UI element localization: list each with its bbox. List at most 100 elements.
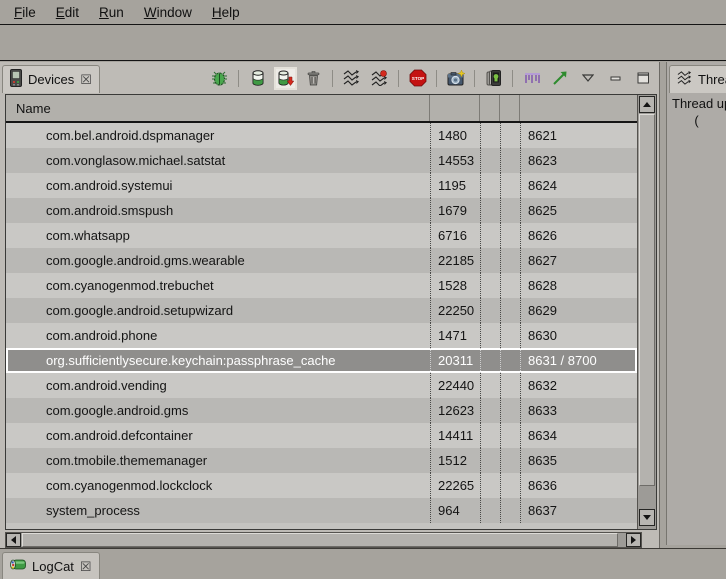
stop-process-icon[interactable]: STOP <box>408 69 427 88</box>
menu-edit[interactable]: Edit <box>46 2 89 23</box>
cell-pid: 22265 <box>430 473 480 498</box>
cell-thread-indicator <box>500 373 520 398</box>
vertical-scrollbar[interactable] <box>637 95 656 529</box>
horizontal-scrollbar-thumb[interactable] <box>22 533 618 547</box>
cell-heap-indicator <box>480 398 500 423</box>
table-row[interactable]: com.android.smspush 1679 8625 <box>6 198 637 223</box>
threads-message-line2: ( <box>667 111 726 128</box>
devices-tabbar: Devices ☒ <box>0 62 659 93</box>
cell-process-name: com.google.android.setupwizard <box>6 298 430 323</box>
cell-pid: 1679 <box>430 198 480 223</box>
cell-debug-port: 8628 <box>520 273 637 298</box>
method-profiling-icon[interactable] <box>370 69 389 88</box>
scroll-right-button[interactable] <box>626 533 641 547</box>
cell-process-name: com.google.android.gms.wearable <box>6 248 430 273</box>
cell-heap-indicator <box>480 348 500 373</box>
toolbar-separator <box>512 70 513 87</box>
menu-help[interactable]: Help <box>202 2 250 23</box>
threads-icon <box>677 71 692 88</box>
top-toolbar-strip <box>0 26 726 61</box>
threads-content: Thread up ( <box>667 93 726 545</box>
table-row[interactable]: com.android.phone 1471 8630 <box>6 323 637 348</box>
column-header-port[interactable] <box>520 95 637 121</box>
cell-process-name: org.sufficientlysecure.keychain:passphra… <box>6 348 430 373</box>
stop-label: STOP <box>411 76 423 81</box>
column-header-name[interactable]: Name <box>6 95 430 121</box>
trace-arrow-icon[interactable] <box>550 69 569 88</box>
phone-icon <box>10 69 22 90</box>
table-row[interactable]: com.android.vending 22440 8632 <box>6 373 637 398</box>
cell-debug-port: 8629 <box>520 298 637 323</box>
maximize-icon[interactable] <box>634 69 653 88</box>
view-menu-icon[interactable] <box>578 69 597 88</box>
table-row[interactable]: system_process 964 8637 <box>6 498 637 523</box>
toolbar-separator <box>474 70 475 87</box>
column-header-pid[interactable] <box>430 95 480 121</box>
cell-process-name: com.bel.android.dspmanager <box>6 123 430 148</box>
scroll-down-button[interactable] <box>639 509 655 526</box>
scroll-left-button[interactable] <box>6 533 21 547</box>
table-row[interactable]: com.google.android.setupwizard 22250 862… <box>6 298 637 323</box>
cell-thread-indicator <box>500 223 520 248</box>
cell-debug-port: 8625 <box>520 198 637 223</box>
cell-thread-indicator <box>500 498 520 523</box>
table-row[interactable]: com.vonglasow.michael.satstat 14553 8623 <box>6 148 637 173</box>
table-row[interactable]: com.android.defcontainer 14411 8634 <box>6 423 637 448</box>
table-row[interactable]: com.tmobile.thememanager 1512 8635 <box>6 448 637 473</box>
cell-thread-indicator <box>500 248 520 273</box>
main-area: Devices ☒ <box>0 62 726 548</box>
table-row[interactable]: com.bel.android.dspmanager 1480 8621 <box>6 123 637 148</box>
menubar: FileEditRunWindowHelp <box>0 0 726 25</box>
table-row[interactable]: org.sufficientlysecure.keychain:passphra… <box>6 348 637 373</box>
cell-thread-indicator <box>500 423 520 448</box>
close-icon[interactable]: ☒ <box>80 73 92 86</box>
cell-pid: 1471 <box>430 323 480 348</box>
cell-pid: 1528 <box>430 273 480 298</box>
minimize-icon[interactable] <box>606 69 625 88</box>
column-header-heap[interactable] <box>480 95 500 121</box>
cell-heap-indicator <box>480 123 500 148</box>
menu-window[interactable]: Window <box>134 2 202 23</box>
cell-pid: 964 <box>430 498 480 523</box>
cell-debug-port: 8633 <box>520 398 637 423</box>
table-row[interactable]: com.whatsapp 6716 8626 <box>6 223 637 248</box>
table-row[interactable]: com.google.android.gms 12623 8633 <box>6 398 637 423</box>
cell-process-name: com.android.systemui <box>6 173 430 198</box>
vertical-scrollbar-thumb[interactable] <box>639 114 655 486</box>
threads-panel: Threads Thread up ( <box>666 62 726 545</box>
cell-thread-indicator <box>500 448 520 473</box>
close-icon[interactable]: ☒ <box>80 560 92 573</box>
toolbar-separator <box>332 70 333 87</box>
table-row[interactable]: com.android.systemui 1195 8624 <box>6 173 637 198</box>
cell-heap-indicator <box>480 498 500 523</box>
logcat-icon <box>10 558 26 574</box>
table-row[interactable]: com.google.android.gms.wearable 22185 86… <box>6 248 637 273</box>
cause-gc-icon[interactable] <box>304 69 323 88</box>
column-header-threads[interactable] <box>500 95 520 121</box>
device-screens-icon[interactable] <box>484 69 503 88</box>
toolbar-separator <box>238 70 239 87</box>
cell-heap-indicator <box>480 198 500 223</box>
dump-hprof-icon[interactable] <box>276 69 295 88</box>
table-row[interactable]: com.cyanogenmod.trebuchet 1528 8628 <box>6 273 637 298</box>
menu-run[interactable]: Run <box>89 2 134 23</box>
tab-devices-label: Devices <box>28 72 74 87</box>
threads-tabbar: Threads <box>667 62 726 93</box>
tab-threads[interactable]: Threads <box>669 65 726 93</box>
tab-devices[interactable]: Devices ☒ <box>2 65 100 93</box>
debug-attach-icon[interactable] <box>210 69 229 88</box>
devices-toolbar: STOP <box>210 65 653 91</box>
scroll-up-button[interactable] <box>639 96 655 113</box>
menu-file[interactable]: File <box>4 2 46 23</box>
cell-debug-port: 8635 <box>520 448 637 473</box>
cell-process-name: com.cyanogenmod.lockclock <box>6 473 430 498</box>
update-heap-icon[interactable] <box>248 69 267 88</box>
horizontal-scrollbar[interactable] <box>5 532 642 548</box>
cell-thread-indicator <box>500 323 520 348</box>
table-row[interactable]: com.cyanogenmod.lockclock 22265 8636 <box>6 473 637 498</box>
screen-capture-icon[interactable] <box>446 69 465 88</box>
hierarchy-view-icon[interactable] <box>522 69 541 88</box>
cell-heap-indicator <box>480 423 500 448</box>
update-threads-icon[interactable] <box>342 69 361 88</box>
tab-logcat[interactable]: LogCat ☒ <box>2 552 100 579</box>
